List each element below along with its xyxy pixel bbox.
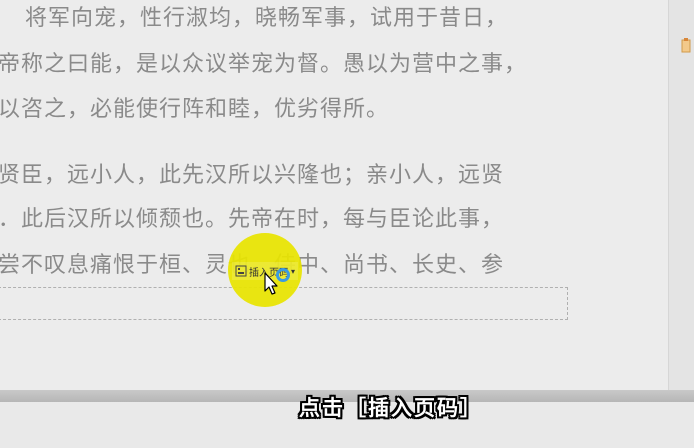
- mouse-cursor-icon: [264, 272, 278, 295]
- right-sidebar: [668, 0, 694, 390]
- document-line: 将军向宠，性行淑均，晓畅军事，试用于昔日，: [25, 6, 509, 31]
- chevron-down-icon[interactable]: ▾: [291, 267, 295, 276]
- tutorial-caption: 点击［插入页码］: [299, 396, 483, 420]
- document-page: 将军向宠，性行淑均，晓畅军事，试用于昔日， 帝称之曰能，是以众议举宠为督。愚以为…: [0, 0, 694, 390]
- sidebar-marker-icon: [681, 38, 691, 53]
- click-indicator: [276, 268, 290, 282]
- document-line: ．此后汉所以倾颓也。先帝在时，每与臣论此事，: [0, 207, 505, 232]
- document-line: 贤臣，远小人，此先汉所以兴隆也；亲小人，远贤: [0, 163, 505, 188]
- page-number-icon: [235, 265, 247, 277]
- document-line: 以咨之，必能使行阵和睦，优劣得所。: [0, 97, 390, 122]
- document-line: 帝称之曰能，是以众议举宠为督。愚以为营中之事，: [0, 52, 528, 77]
